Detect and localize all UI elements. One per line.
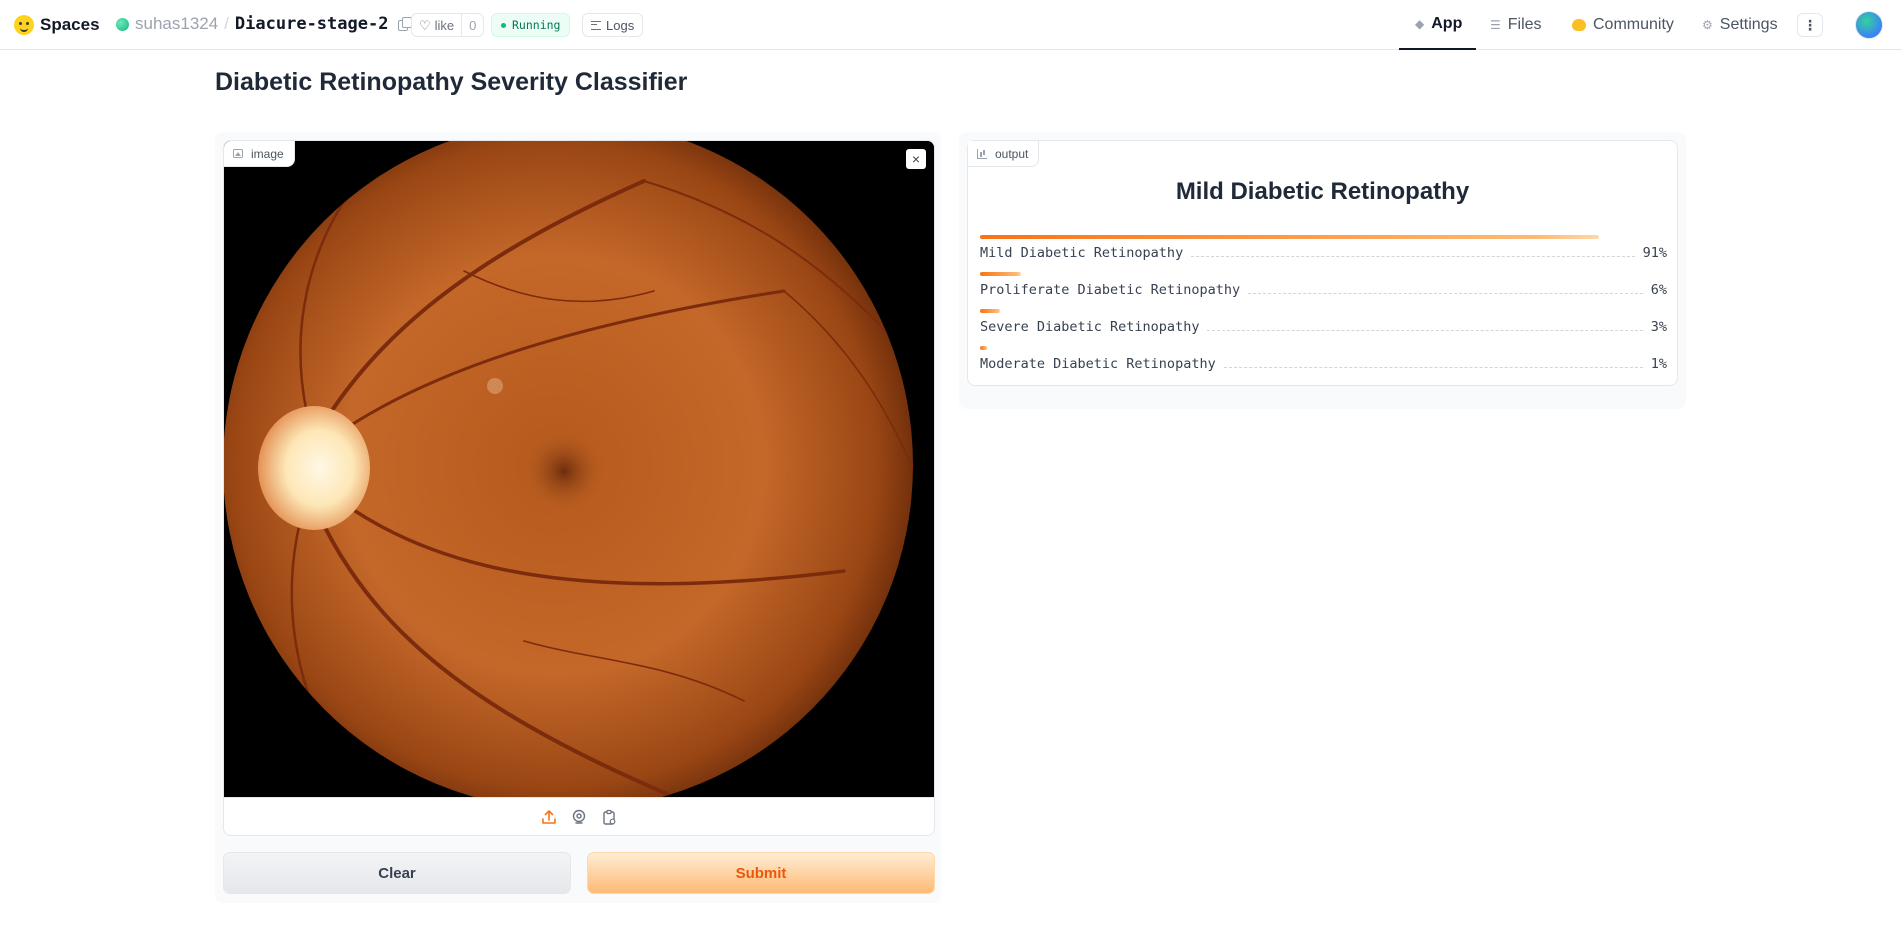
webcam-icon[interactable] (570, 808, 588, 826)
fundus-photo (224, 141, 934, 797)
submit-button[interactable]: Submit (587, 852, 935, 894)
tab-app[interactable]: ◆ App (1399, 0, 1476, 50)
tab-settings[interactable]: ⚙ Settings (1702, 0, 1778, 50)
page-title: Diabetic Retinopathy Severity Classifier (215, 68, 688, 96)
tab-app-label: App (1431, 15, 1463, 32)
confidence-bar (980, 235, 1599, 239)
predicted-label: Mild Diabetic Retinopathy (1175, 178, 1470, 205)
tab-files[interactable]: ☰ Files (1490, 0, 1542, 50)
confidence-class-name: Proliferate Diabetic Retinopathy (980, 282, 1241, 298)
user-avatar[interactable] (1855, 11, 1883, 39)
dotted-leader (1191, 256, 1635, 257)
clear-button[interactable]: Clear (223, 852, 571, 894)
logs-icon (591, 20, 601, 30)
output-block-label: output (968, 141, 1040, 167)
breadcrumb: suhas1324 / Diacure-stage-2 (116, 14, 413, 34)
like-label: like (434, 17, 455, 33)
image-source-toolbar (224, 797, 934, 835)
cube-icon: ◆ (1415, 17, 1425, 31)
confidence-row[interactable]: Severe Diabetic Retinopathy 3% (980, 309, 1667, 346)
dotted-leader (1248, 293, 1643, 294)
confidence-row[interactable]: Moderate Diabetic Retinopathy 1% (980, 346, 1667, 383)
remove-image-button[interactable]: × (906, 149, 926, 169)
hugging-face-logo-icon (14, 15, 34, 35)
like-button-group: ♡ like 0 (411, 13, 485, 37)
spaces-label: Spaces (40, 15, 100, 34)
breadcrumb-separator: / (224, 14, 229, 33)
heart-icon: ♡ (419, 17, 431, 33)
repo-name-link[interactable]: Diacure-stage-2 (235, 14, 389, 34)
label-output: output Mild Diabetic Retinopathy Mild Di… (967, 140, 1678, 386)
status-text: Running (512, 18, 561, 32)
logs-label: Logs (606, 17, 635, 33)
confidence-class-name: Severe Diabetic Retinopathy (980, 319, 1200, 335)
image-icon (233, 149, 243, 158)
image-label-text: image (251, 146, 284, 161)
tab-settings-label: Settings (1719, 16, 1778, 33)
like-count[interactable]: 0 (461, 14, 483, 36)
status-badge[interactable]: Running (491, 13, 571, 37)
image-input: image × (223, 140, 935, 836)
confidence-bar (980, 346, 987, 350)
top-navbar: Spaces suhas1324 / Diacure-stage-2 ♡ lik… (0, 0, 1902, 50)
confidence-value: 91% (1642, 245, 1667, 261)
community-icon (1572, 19, 1586, 31)
image-block-label: image (224, 141, 295, 167)
status-dot-icon (501, 22, 506, 28)
dotted-leader (1207, 330, 1643, 331)
tab-files-label: Files (1507, 16, 1542, 33)
upload-icon[interactable] (540, 808, 558, 826)
owner-avatar-icon (116, 17, 129, 31)
confidence-list: Mild Diabetic Retinopathy 91% Proliferat… (980, 235, 1667, 383)
confidence-value: 1% (1650, 356, 1667, 372)
gear-icon: ⚙ (1702, 18, 1713, 32)
confidence-bar (980, 309, 1000, 313)
uploaded-image[interactable] (224, 141, 934, 797)
spaces-home-link[interactable]: Spaces (14, 15, 100, 35)
confidence-value: 6% (1650, 282, 1667, 298)
dotted-leader (1223, 367, 1643, 368)
confidence-row[interactable]: Proliferate Diabetic Retinopathy 6% (980, 272, 1667, 309)
tab-community-label: Community (1593, 16, 1674, 33)
clipboard-icon[interactable] (600, 808, 618, 826)
chart-icon (977, 148, 987, 159)
confidence-class-name: Moderate Diabetic Retinopathy (980, 356, 1216, 372)
logs-button[interactable]: Logs (582, 13, 644, 37)
like-button[interactable]: ♡ like (412, 14, 461, 36)
confidence-bar (980, 272, 1021, 276)
tab-community[interactable]: Community (1572, 0, 1674, 50)
confidence-class-name: Mild Diabetic Retinopathy (980, 245, 1184, 261)
owner-link[interactable]: suhas1324 (135, 14, 218, 34)
more-options-button[interactable]: ⋮ (1797, 13, 1823, 37)
output-label-text: output (995, 146, 1029, 161)
confidence-row[interactable]: Mild Diabetic Retinopathy 91% (980, 235, 1667, 272)
files-icon: ☰ (1490, 18, 1501, 32)
confidence-value: 3% (1650, 319, 1667, 335)
